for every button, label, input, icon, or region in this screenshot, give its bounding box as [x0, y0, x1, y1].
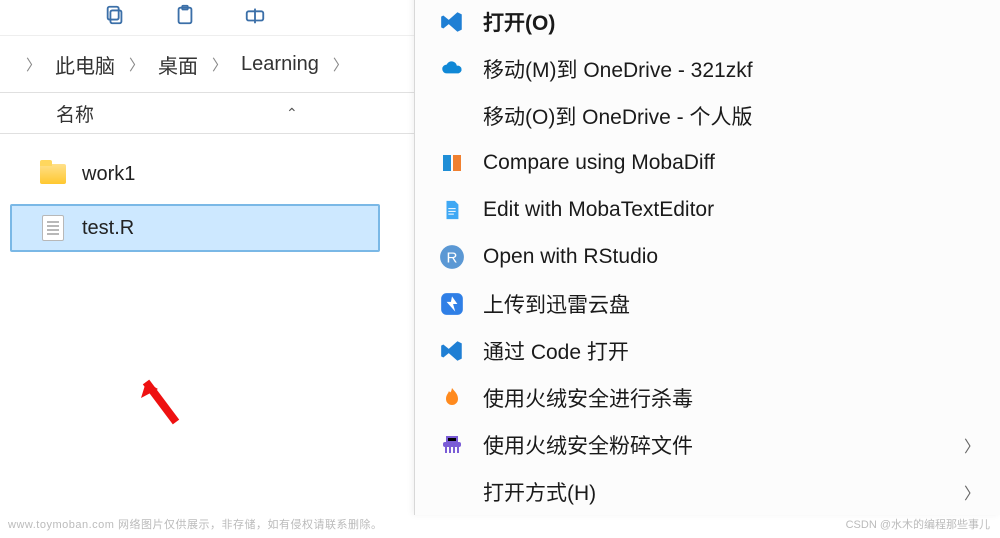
file-label: work1 [82, 163, 135, 186]
shredder-icon [437, 430, 467, 460]
file-label: test.R [82, 217, 134, 240]
menu-huorong-shred[interactable]: 使用火绒安全粉碎文件 〉 [415, 421, 1000, 468]
menu-label: 使用火绒安全进行杀毒 [483, 383, 693, 413]
menu-open-with[interactable]: 打开方式(H) 〉 [415, 468, 1000, 515]
text-file-icon [40, 215, 66, 241]
chevron-right-icon: 〉 [26, 54, 41, 75]
rstudio-icon: R [437, 242, 467, 272]
menu-label: Open with RStudio [483, 245, 658, 269]
toolbar-copy-icon[interactable] [104, 4, 126, 31]
menu-label: 通过 Code 打开 [483, 336, 629, 366]
menu-label: 打开方式(H) [483, 477, 596, 507]
menu-xunlei-upload[interactable]: 上传到迅雷云盘 [415, 280, 1000, 327]
menu-label: 上传到迅雷云盘 [483, 289, 630, 319]
svg-text:R: R [447, 249, 458, 266]
breadcrumb-item[interactable]: Learning [241, 53, 319, 76]
folder-icon [40, 161, 66, 187]
breadcrumb-item[interactable]: 此电脑 [55, 50, 115, 79]
menu-label: 移动(M)到 OneDrive - 321zkf [483, 54, 753, 84]
toolbar-rename-icon[interactable] [244, 4, 266, 31]
xunlei-icon [437, 289, 467, 319]
chevron-right-icon: 〉 [333, 54, 348, 75]
annotation-arrow [124, 364, 194, 434]
chevron-right-icon: 〉 [129, 54, 144, 75]
menu-label: Compare using MobaDiff [483, 151, 715, 175]
vscode-icon [437, 7, 467, 37]
menu-label: 移动(O)到 OneDrive - 个人版 [483, 101, 753, 131]
menu-move-onedrive-1[interactable]: 移动(M)到 OneDrive - 321zkf [415, 45, 1000, 92]
huorong-icon [437, 383, 467, 413]
menu-label: 打开(O) [483, 7, 555, 37]
chevron-right-icon: 〉 [964, 433, 980, 457]
menu-label: Edit with MobaTextEditor [483, 198, 714, 222]
mobadiff-icon [437, 148, 467, 178]
menu-open-with-code[interactable]: 通过 Code 打开 [415, 327, 1000, 374]
chevron-right-icon: 〉 [212, 54, 227, 75]
menu-huorong-scan[interactable]: 使用火绒安全进行杀毒 [415, 374, 1000, 421]
vscode-icon [437, 336, 467, 366]
menu-open[interactable]: 打开(O) [415, 0, 1000, 45]
menu-move-onedrive-2[interactable]: 移动(O)到 OneDrive - 个人版 [415, 92, 1000, 139]
toolbar-paste-icon[interactable] [174, 4, 196, 31]
list-item-file[interactable]: test.R [10, 204, 380, 252]
menu-open-rstudio[interactable]: R Open with RStudio [415, 233, 1000, 280]
menu-compare-mobadiff[interactable]: Compare using MobaDiff [415, 139, 1000, 186]
context-menu: 打开(O) 移动(M)到 OneDrive - 321zkf 移动(O)到 On… [414, 0, 1000, 515]
column-name-header: 名称 [56, 100, 94, 127]
watermark-right: CSDN @水木的编程那些事儿 [846, 516, 990, 532]
onedrive-icon [437, 54, 467, 84]
text-editor-icon [437, 195, 467, 225]
menu-label: 使用火绒安全粉碎文件 [483, 430, 693, 460]
chevron-right-icon: 〉 [964, 480, 980, 504]
breadcrumb-item[interactable]: 桌面 [158, 50, 198, 79]
watermark-left: www.toymoban.com 网络图片仅供展示，非存储，如有侵权请联系删除。 [8, 516, 382, 532]
file-list: work1 test.R [0, 134, 390, 274]
menu-edit-mobatext[interactable]: Edit with MobaTextEditor [415, 186, 1000, 233]
list-item-folder[interactable]: work1 [10, 150, 380, 198]
chevron-up-icon: ⌃ [286, 105, 298, 122]
